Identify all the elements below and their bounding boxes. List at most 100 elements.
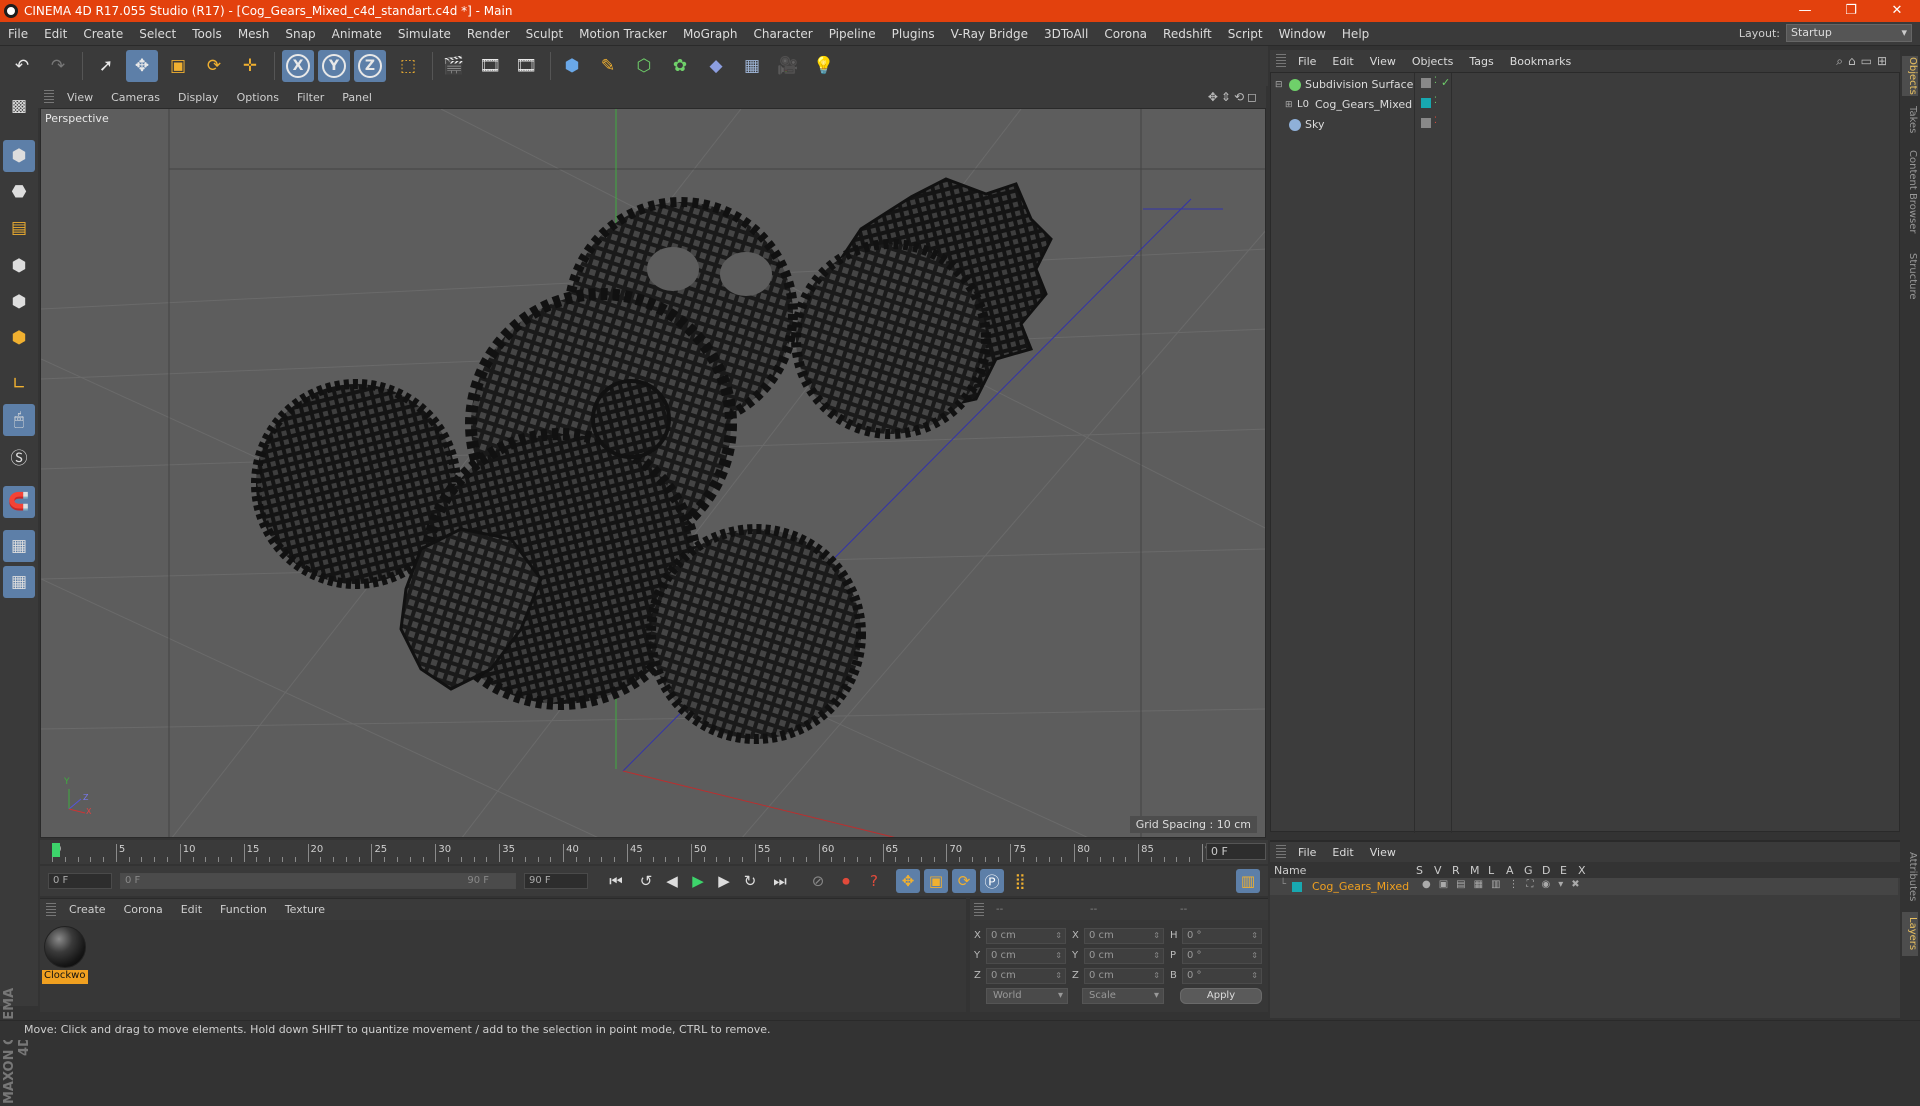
cloner-icon[interactable]: ✿ [664, 50, 696, 82]
menu-select[interactable]: Select [131, 27, 184, 41]
lm-menu-edit[interactable]: Edit [1324, 846, 1361, 859]
x-axis-lock-icon[interactable]: X [282, 50, 314, 82]
render-to-picture-viewer-icon[interactable]: 🎞 [474, 50, 506, 82]
rotation-h-field[interactable]: 0 ° [1182, 928, 1262, 944]
layer-name[interactable]: Cog_Gears_Mixed [1312, 880, 1409, 893]
polygons-mode-icon[interactable]: ⬢ [3, 322, 35, 354]
axis-mode-icon[interactable]: ∟ [3, 368, 35, 400]
lm-menu-file[interactable]: File [1290, 846, 1324, 859]
object-row-subdivision-surface[interactable]: ⊟ Subdivision Surface ⁚ ✓ [1271, 75, 1899, 94]
editor-render-toggle-icon[interactable] [1421, 78, 1431, 88]
rotate-tool-icon[interactable]: ⟳ [198, 50, 230, 82]
om-menu-tags[interactable]: Tags [1461, 55, 1501, 68]
om-toolbar-icons[interactable]: ⌕⌂▭⊞ [1836, 54, 1892, 69]
model-mode-icon[interactable]: ⬢ [3, 140, 35, 172]
light-icon[interactable]: 💡 [808, 50, 840, 82]
texture-mode-icon[interactable]: ⬣ [3, 176, 35, 208]
planar-workplane-icon[interactable]: ▦ [3, 566, 35, 598]
material-menu-corona[interactable]: Corona [115, 903, 172, 916]
render-view-icon[interactable]: 🎬 [438, 50, 470, 82]
position-z-field[interactable]: 0 cm [986, 968, 1066, 984]
menu-window[interactable]: Window [1271, 27, 1334, 41]
tab-objects[interactable]: Objects [1902, 56, 1918, 96]
tab-takes[interactable]: Takes [1902, 102, 1918, 138]
layer-flag-icons[interactable]: ●▣▤▦▥⋮⛶◉▾✖ [1422, 879, 1588, 890]
workplane-mode-icon[interactable]: ▤ [3, 212, 35, 244]
menu-help[interactable]: Help [1334, 27, 1377, 41]
visibility-dots-icon[interactable]: ⁚ [1434, 116, 1437, 126]
next-frame-icon[interactable]: ▶ [712, 869, 736, 893]
move-tool-icon[interactable]: ✥ [126, 50, 158, 82]
apply-button[interactable]: Apply [1180, 988, 1262, 1004]
object-name[interactable]: Subdivision Surface [1305, 78, 1413, 91]
material-menu-function[interactable]: Function [211, 903, 276, 916]
frame-range-slider[interactable]: 0 F 90 F [120, 873, 516, 889]
menu-file[interactable]: File [0, 27, 36, 41]
solo-mode-icon[interactable]: Ⓢ [3, 440, 35, 472]
workplane-lock-icon[interactable]: ▦ [3, 530, 35, 562]
menu-character[interactable]: Character [745, 27, 820, 41]
rotation-key-icon[interactable]: ⟳ [952, 869, 976, 893]
viewport-menu-options[interactable]: Options [228, 91, 288, 104]
lm-col-view[interactable]: V [1434, 864, 1442, 877]
menu-edit[interactable]: Edit [36, 27, 75, 41]
tab-layers[interactable]: Layers [1902, 912, 1918, 956]
lm-col-render[interactable]: R [1452, 864, 1460, 877]
lm-menu-view[interactable]: View [1362, 846, 1404, 859]
panel-grip-icon[interactable] [1276, 54, 1286, 68]
collapse-toggle-icon[interactable]: ⊟ [1275, 80, 1283, 90]
menu-render[interactable]: Render [459, 27, 518, 41]
coordinate-mode-dropdown[interactable]: World [986, 988, 1068, 1004]
menu-pipeline[interactable]: Pipeline [821, 27, 884, 41]
floor-icon[interactable]: ▦ [736, 50, 768, 82]
camera-icon[interactable]: 🎥 [772, 50, 804, 82]
material-menu-create[interactable]: Create [60, 903, 115, 916]
visibility-dots-icon[interactable]: ⁚ [1434, 76, 1437, 86]
panel-grip-icon[interactable] [46, 902, 56, 917]
play-icon[interactable]: ▶ [686, 869, 710, 893]
object-name[interactable]: Sky [1305, 118, 1324, 131]
material-menu-edit[interactable]: Edit [172, 903, 211, 916]
points-mode-icon[interactable]: ⬢ [3, 250, 35, 282]
lm-col-deformers[interactable]: D [1542, 864, 1550, 877]
lm-col-expressions[interactable]: E [1560, 864, 1567, 877]
viewport-perspective[interactable]: Y Z X Perspective Grid Spacing : 10 cm [40, 108, 1266, 838]
redo-icon[interactable]: ↷ [42, 50, 74, 82]
timeline-ruler[interactable]: 051015202530354045505560657075808590 0 F [40, 840, 1268, 864]
om-menu-objects[interactable]: Objects [1404, 55, 1462, 68]
viewport-menu-cameras[interactable]: Cameras [102, 91, 169, 104]
make-editable-icon[interactable]: ▩ [3, 90, 35, 122]
layer-row[interactable]: └ Cog_Gears_Mixed ●▣▤▦▥⋮⛶◉▾✖ [1270, 878, 1898, 895]
lm-col-animation[interactable]: A [1506, 864, 1514, 877]
material-menu-texture[interactable]: Texture [276, 903, 334, 916]
transform-tool-icon[interactable]: ✛ [234, 50, 266, 82]
start-frame-field[interactable]: 0 F [48, 873, 112, 889]
layer-color-swatch[interactable] [1292, 882, 1302, 892]
deformer-icon[interactable]: ◆ [700, 50, 732, 82]
coordinate-system-icon[interactable]: ⬚ [392, 50, 424, 82]
expand-toggle-icon[interactable]: ⊞ [1285, 100, 1293, 110]
position-x-field[interactable]: 0 cm [986, 928, 1066, 944]
menu-simulate[interactable]: Simulate [390, 27, 459, 41]
menu-mograph[interactable]: MoGraph [675, 27, 746, 41]
autokeying-icon[interactable]: ⏺ [834, 869, 858, 893]
lm-col-solo[interactable]: S [1416, 864, 1423, 877]
point-level-animation-icon[interactable]: ⣿ [1008, 869, 1032, 893]
menu-create[interactable]: Create [75, 27, 131, 41]
tab-structure[interactable]: Structure [1902, 246, 1918, 306]
end-frame-field[interactable]: 90 F [524, 873, 588, 889]
scale-tool-icon[interactable]: ▣ [162, 50, 194, 82]
minimize-button[interactable]: — [1782, 0, 1828, 22]
menu-sculpt[interactable]: Sculpt [518, 27, 571, 41]
om-menu-edit[interactable]: Edit [1324, 55, 1361, 68]
enabled-check-icon[interactable]: ✓ [1441, 76, 1450, 89]
editor-render-toggle-icon[interactable] [1421, 118, 1431, 128]
snap-icon[interactable]: 🧲 [3, 486, 35, 518]
panel-grip-icon[interactable] [1276, 845, 1286, 859]
viewport-menu-display[interactable]: Display [169, 91, 228, 104]
menu-tools[interactable]: Tools [184, 27, 230, 41]
menu-3dtoall[interactable]: 3DToAll [1036, 27, 1096, 41]
lm-col-name[interactable]: Name [1274, 864, 1306, 877]
om-menu-bookmarks[interactable]: Bookmarks [1502, 55, 1579, 68]
subdivision-surface-icon[interactable]: ⬡ [628, 50, 660, 82]
